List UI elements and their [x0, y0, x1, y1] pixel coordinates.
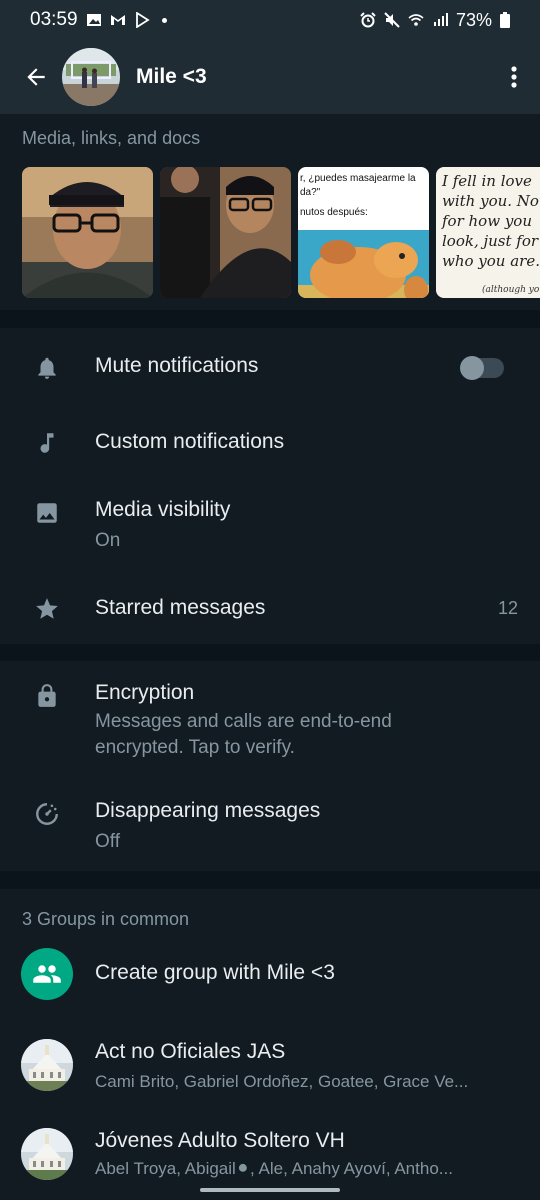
status-bar: 03:59 73%	[0, 0, 540, 40]
media-section: Media, links, and docs r, ¿puedes masaje…	[0, 114, 540, 310]
groups-in-common-section: 3 Groups in common Create group with Mil…	[0, 889, 540, 1182]
avatar-photo	[62, 48, 120, 106]
signal-icon	[433, 13, 448, 26]
disappearing-messages-label: Disappearing messages	[95, 799, 321, 822]
gmail-icon	[110, 15, 125, 25]
create-group-row[interactable]: Create group with Mile <3	[0, 941, 540, 1019]
battery-icon	[500, 12, 510, 28]
create-group-avatar	[21, 948, 73, 1000]
media-thumb-2[interactable]	[160, 167, 291, 298]
wifi-icon	[408, 14, 424, 26]
dot-icon	[161, 17, 167, 23]
contact-name[interactable]: Mile <3	[136, 65, 207, 89]
encryption-sub-line1: Messages and calls are end-to-end	[95, 711, 392, 732]
encryption-row[interactable]: Encryption Messages and calls are end-to…	[0, 661, 540, 771]
alarm-icon	[360, 12, 376, 28]
notification-settings: Mute notifications Custom notifications …	[0, 328, 540, 644]
music-note-icon	[40, 433, 54, 453]
contact-avatar[interactable]	[62, 48, 120, 106]
starred-messages-label: Starred messages	[95, 596, 266, 619]
play-icon	[135, 12, 150, 28]
section-divider	[0, 871, 540, 889]
starred-messages-row[interactable]: Starred messages 12	[0, 576, 540, 644]
section-divider	[0, 310, 540, 328]
starred-count: 12	[497, 598, 518, 618]
image-icon	[86, 14, 101, 26]
more-options-button[interactable]	[488, 40, 540, 114]
group-row[interactable]: Act no Oficiales JAS Cami Brito, Gabriel…	[0, 1029, 540, 1109]
meme-text-line2: da?"	[300, 187, 321, 198]
custom-notifications-row[interactable]: Custom notifications	[0, 408, 540, 482]
note-footer: (although you	[482, 285, 540, 295]
meme-text-line3: nutos después:	[300, 207, 368, 218]
disappearing-messages-value: Off	[95, 831, 120, 852]
status-time: 03:59	[30, 9, 78, 30]
note-text: I fell in love with you. Not for how you…	[442, 172, 540, 270]
group-row[interactable]: Jóvenes Adulto Soltero VH Abel Troya, Ab…	[0, 1119, 540, 1182]
image-icon	[37, 503, 57, 523]
group-name: Jóvenes Adulto Soltero VH	[95, 1129, 345, 1152]
mute-notifications-row[interactable]: Mute notifications	[0, 328, 540, 408]
media-thumbnails: r, ¿puedes masajearme la da?" nutos desp…	[22, 167, 540, 298]
system-nav-bar	[0, 1182, 540, 1200]
home-gesture-handle[interactable]	[200, 1188, 340, 1192]
group-avatar	[21, 1128, 73, 1180]
encryption-label: Encryption	[95, 681, 195, 704]
group-name: Act no Oficiales JAS	[95, 1040, 286, 1063]
group-icon	[33, 965, 61, 983]
custom-notifications-label: Custom notifications	[95, 430, 285, 453]
privacy-settings: Encryption Messages and calls are end-to…	[0, 661, 540, 871]
mute-notifications-label: Mute notifications	[95, 354, 259, 377]
more-vert-icon	[511, 66, 517, 88]
media-visibility-value: On	[95, 530, 121, 551]
chat-info-header: Mile <3	[0, 40, 540, 114]
mute-notifications-toggle[interactable]	[460, 356, 504, 380]
meme-text-line1: r, ¿puedes masajearme la	[300, 173, 416, 184]
encryption-sub-line2: encrypted. Tap to verify.	[95, 737, 295, 758]
disappearing-messages-row[interactable]: Disappearing messages Off	[0, 781, 540, 871]
groups-section-title: 3 Groups in common	[22, 909, 190, 929]
group-avatar	[21, 1039, 73, 1091]
group-members: Abel Troya, Abigail⚫, Ale, Anahy Ayoví, …	[95, 1159, 453, 1178]
section-divider	[0, 644, 540, 661]
mute-icon	[384, 12, 400, 28]
create-group-label: Create group with Mile <3	[95, 961, 335, 984]
lock-icon	[38, 684, 56, 707]
bell-icon	[38, 357, 56, 379]
media-thumb-1[interactable]	[22, 167, 153, 298]
back-arrow-icon	[27, 68, 45, 86]
battery-percent: 73%	[455, 9, 492, 30]
media-thumb-4[interactable]: I fell in love with you. Not for how you…	[436, 167, 540, 298]
media-section-title[interactable]: Media, links, and docs	[0, 114, 540, 149]
media-visibility-row[interactable]: Media visibility On	[0, 482, 540, 576]
media-visibility-label: Media visibility	[95, 498, 231, 521]
group-members: Cami Brito, Gabriel Ordoñez, Goatee, Gra…	[95, 1072, 469, 1091]
timer-icon	[36, 803, 58, 825]
media-thumb-3[interactable]: r, ¿puedes masajearme la da?" nutos desp…	[298, 167, 429, 298]
toggle-knob	[460, 356, 484, 380]
back-button[interactable]	[6, 40, 66, 114]
star-icon	[36, 598, 58, 619]
